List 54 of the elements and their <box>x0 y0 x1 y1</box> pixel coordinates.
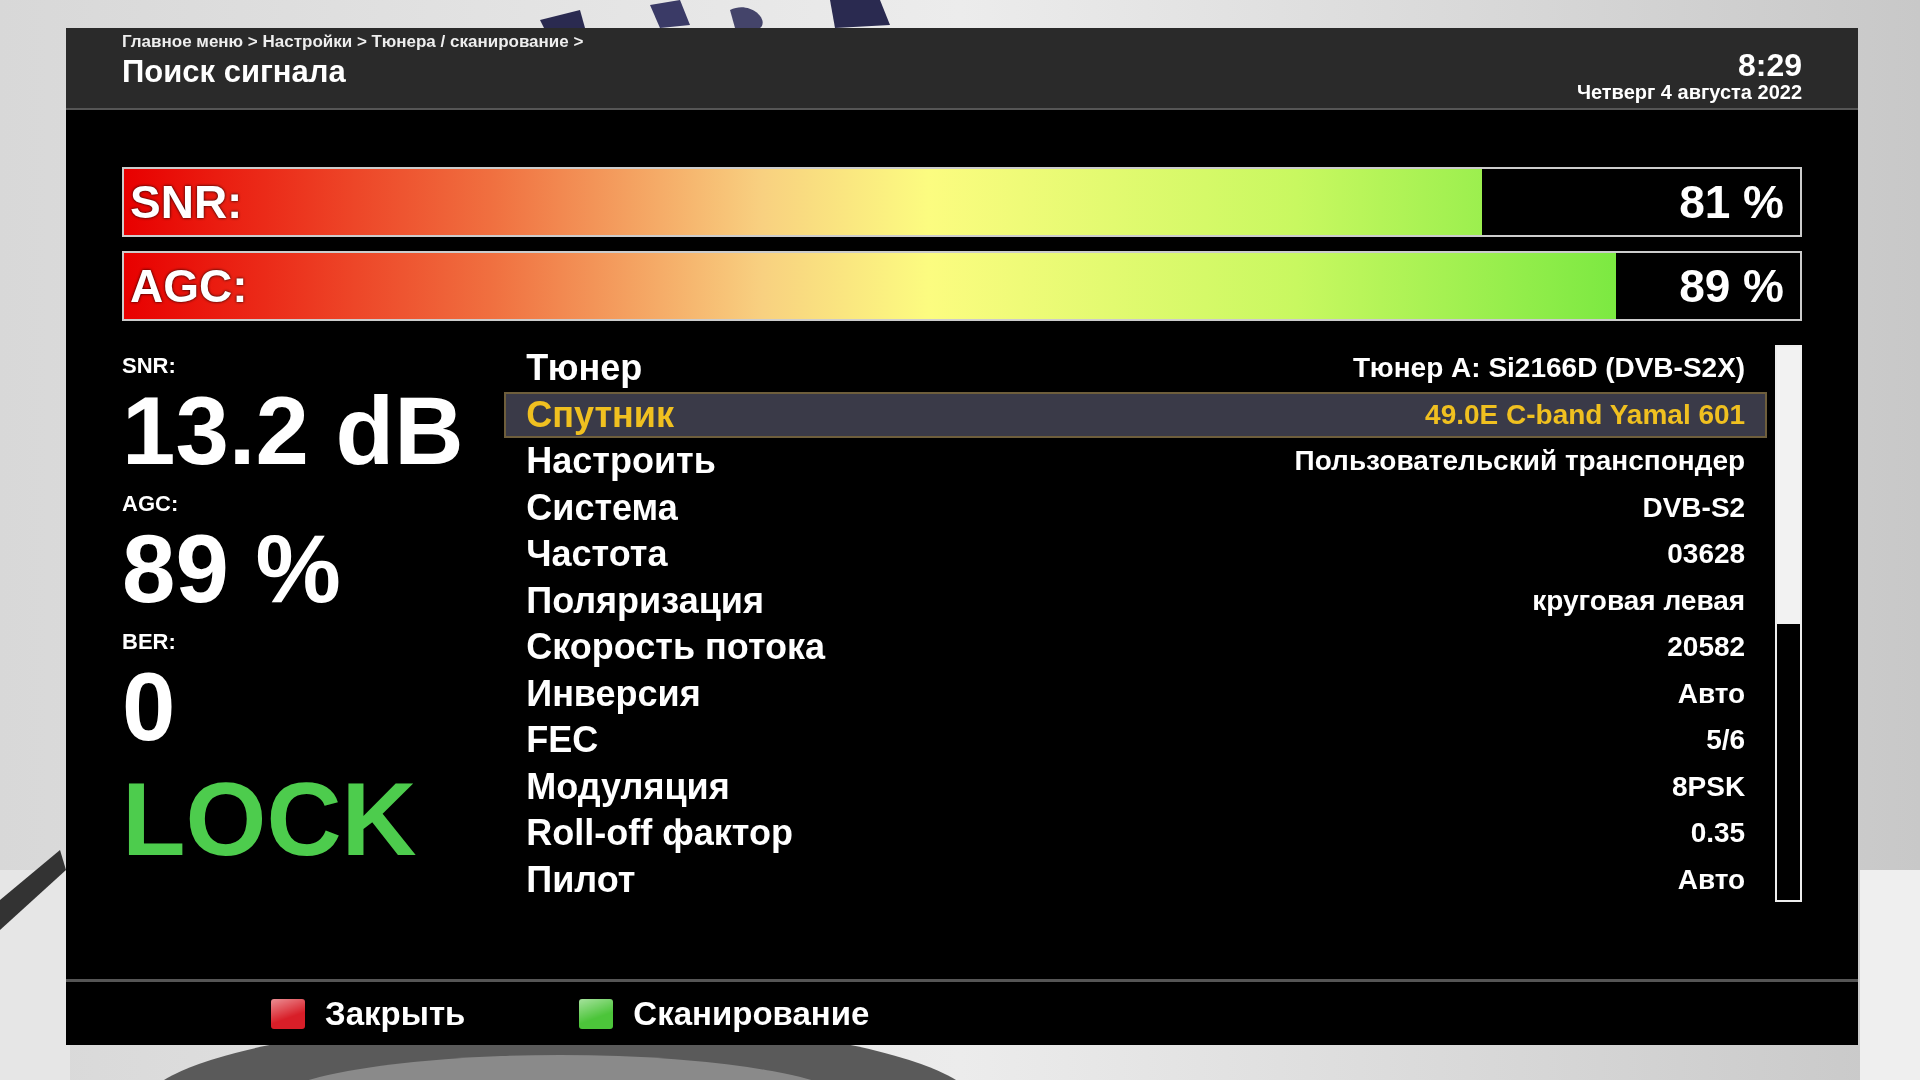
settings-row[interactable]: Система DVB-S2 <box>504 484 1768 531</box>
settings-row[interactable]: FEC 5/6 <box>504 717 1768 764</box>
setting-name: Тюнер <box>526 347 643 390</box>
setting-value: 49.0E C-band Yamal 601 <box>1425 398 1746 431</box>
settings-row[interactable]: Настроить Пользовательский транспондер <box>504 438 1768 485</box>
footer-action[interactable]: Сканирование <box>633 994 870 1033</box>
scrollbar-thumb[interactable] <box>1777 347 1800 624</box>
settings-row[interactable]: Инверсия Авто <box>504 670 1768 717</box>
setting-value: Авто <box>1677 863 1746 896</box>
setting-value: 20582 <box>1667 631 1746 664</box>
settings-row[interactable]: Тюнер Тюнер A: Si2166D (DVB-S2X) <box>504 345 1768 392</box>
setting-value: DVB-S2 <box>1642 491 1746 524</box>
settings-row[interactable]: Частота 03628 <box>504 531 1768 578</box>
settings-row[interactable]: Скорость потока 20582 <box>504 624 1768 671</box>
setting-name: Поляризация <box>526 579 764 622</box>
setting-name: Пилот <box>526 858 636 901</box>
reading-value: 89 % <box>122 517 342 621</box>
screen-title: Поиск сигнала <box>122 54 347 90</box>
reading-label: BER: <box>122 629 177 655</box>
meter-reading: 81 % <box>1679 175 1785 229</box>
setting-name: Частота <box>526 533 668 576</box>
reading-label: SNR: <box>122 353 177 379</box>
setting-value: круговая левая <box>1532 584 1746 617</box>
setting-name: Система <box>526 486 678 529</box>
setting-value: 5/6 <box>1706 724 1746 757</box>
settings-row[interactable]: Модуляция 8PSK <box>504 763 1768 810</box>
reading-value: 0 <box>122 655 177 759</box>
setting-name: Инверсия <box>526 672 701 715</box>
meter-label: SNR: <box>129 175 243 229</box>
settings-row[interactable]: Пилот Авто <box>504 856 1768 903</box>
settings-row[interactable]: Roll-off фактор 0.35 <box>504 810 1768 857</box>
setting-value: 03628 <box>1667 538 1746 571</box>
settings-row[interactable]: Поляризация круговая левая <box>504 577 1768 624</box>
setting-value: 0.35 <box>1690 817 1746 850</box>
clock-time: 8:29 <box>1737 49 1802 81</box>
meter-reading: 89 % <box>1679 259 1785 313</box>
setting-name: Спутник <box>526 393 674 436</box>
setting-name: FEC <box>526 719 599 762</box>
setting-name: Настроить <box>526 440 716 483</box>
setting-name: Скорость потока <box>526 626 826 669</box>
setting-value: Пользовательский транспондер <box>1294 445 1746 478</box>
meter-label: AGC: <box>129 259 248 313</box>
lock-status: LOCK <box>122 760 418 879</box>
date-text: Четверг 4 августа 2022 <box>1576 81 1802 104</box>
reading-label: AGC: <box>122 491 180 517</box>
setting-name: Roll-off фактор <box>526 812 793 855</box>
setting-value: Тюнер A: Si2166D (DVB-S2X) <box>1353 352 1746 385</box>
setting-name: Модуляция <box>526 765 730 808</box>
setting-value: 8PSK <box>1672 770 1746 803</box>
footer-action[interactable]: Закрыть <box>325 994 466 1033</box>
breadcrumb: Главное меню > Настройки > Тюнера / сканирование > <box>122 32 584 52</box>
settings-row[interactable]: Спутник 49.0E C-band Yamal 601 <box>504 391 1768 438</box>
reading-value: 13.2 dB <box>122 379 465 483</box>
setting-value: Авто <box>1677 677 1746 710</box>
